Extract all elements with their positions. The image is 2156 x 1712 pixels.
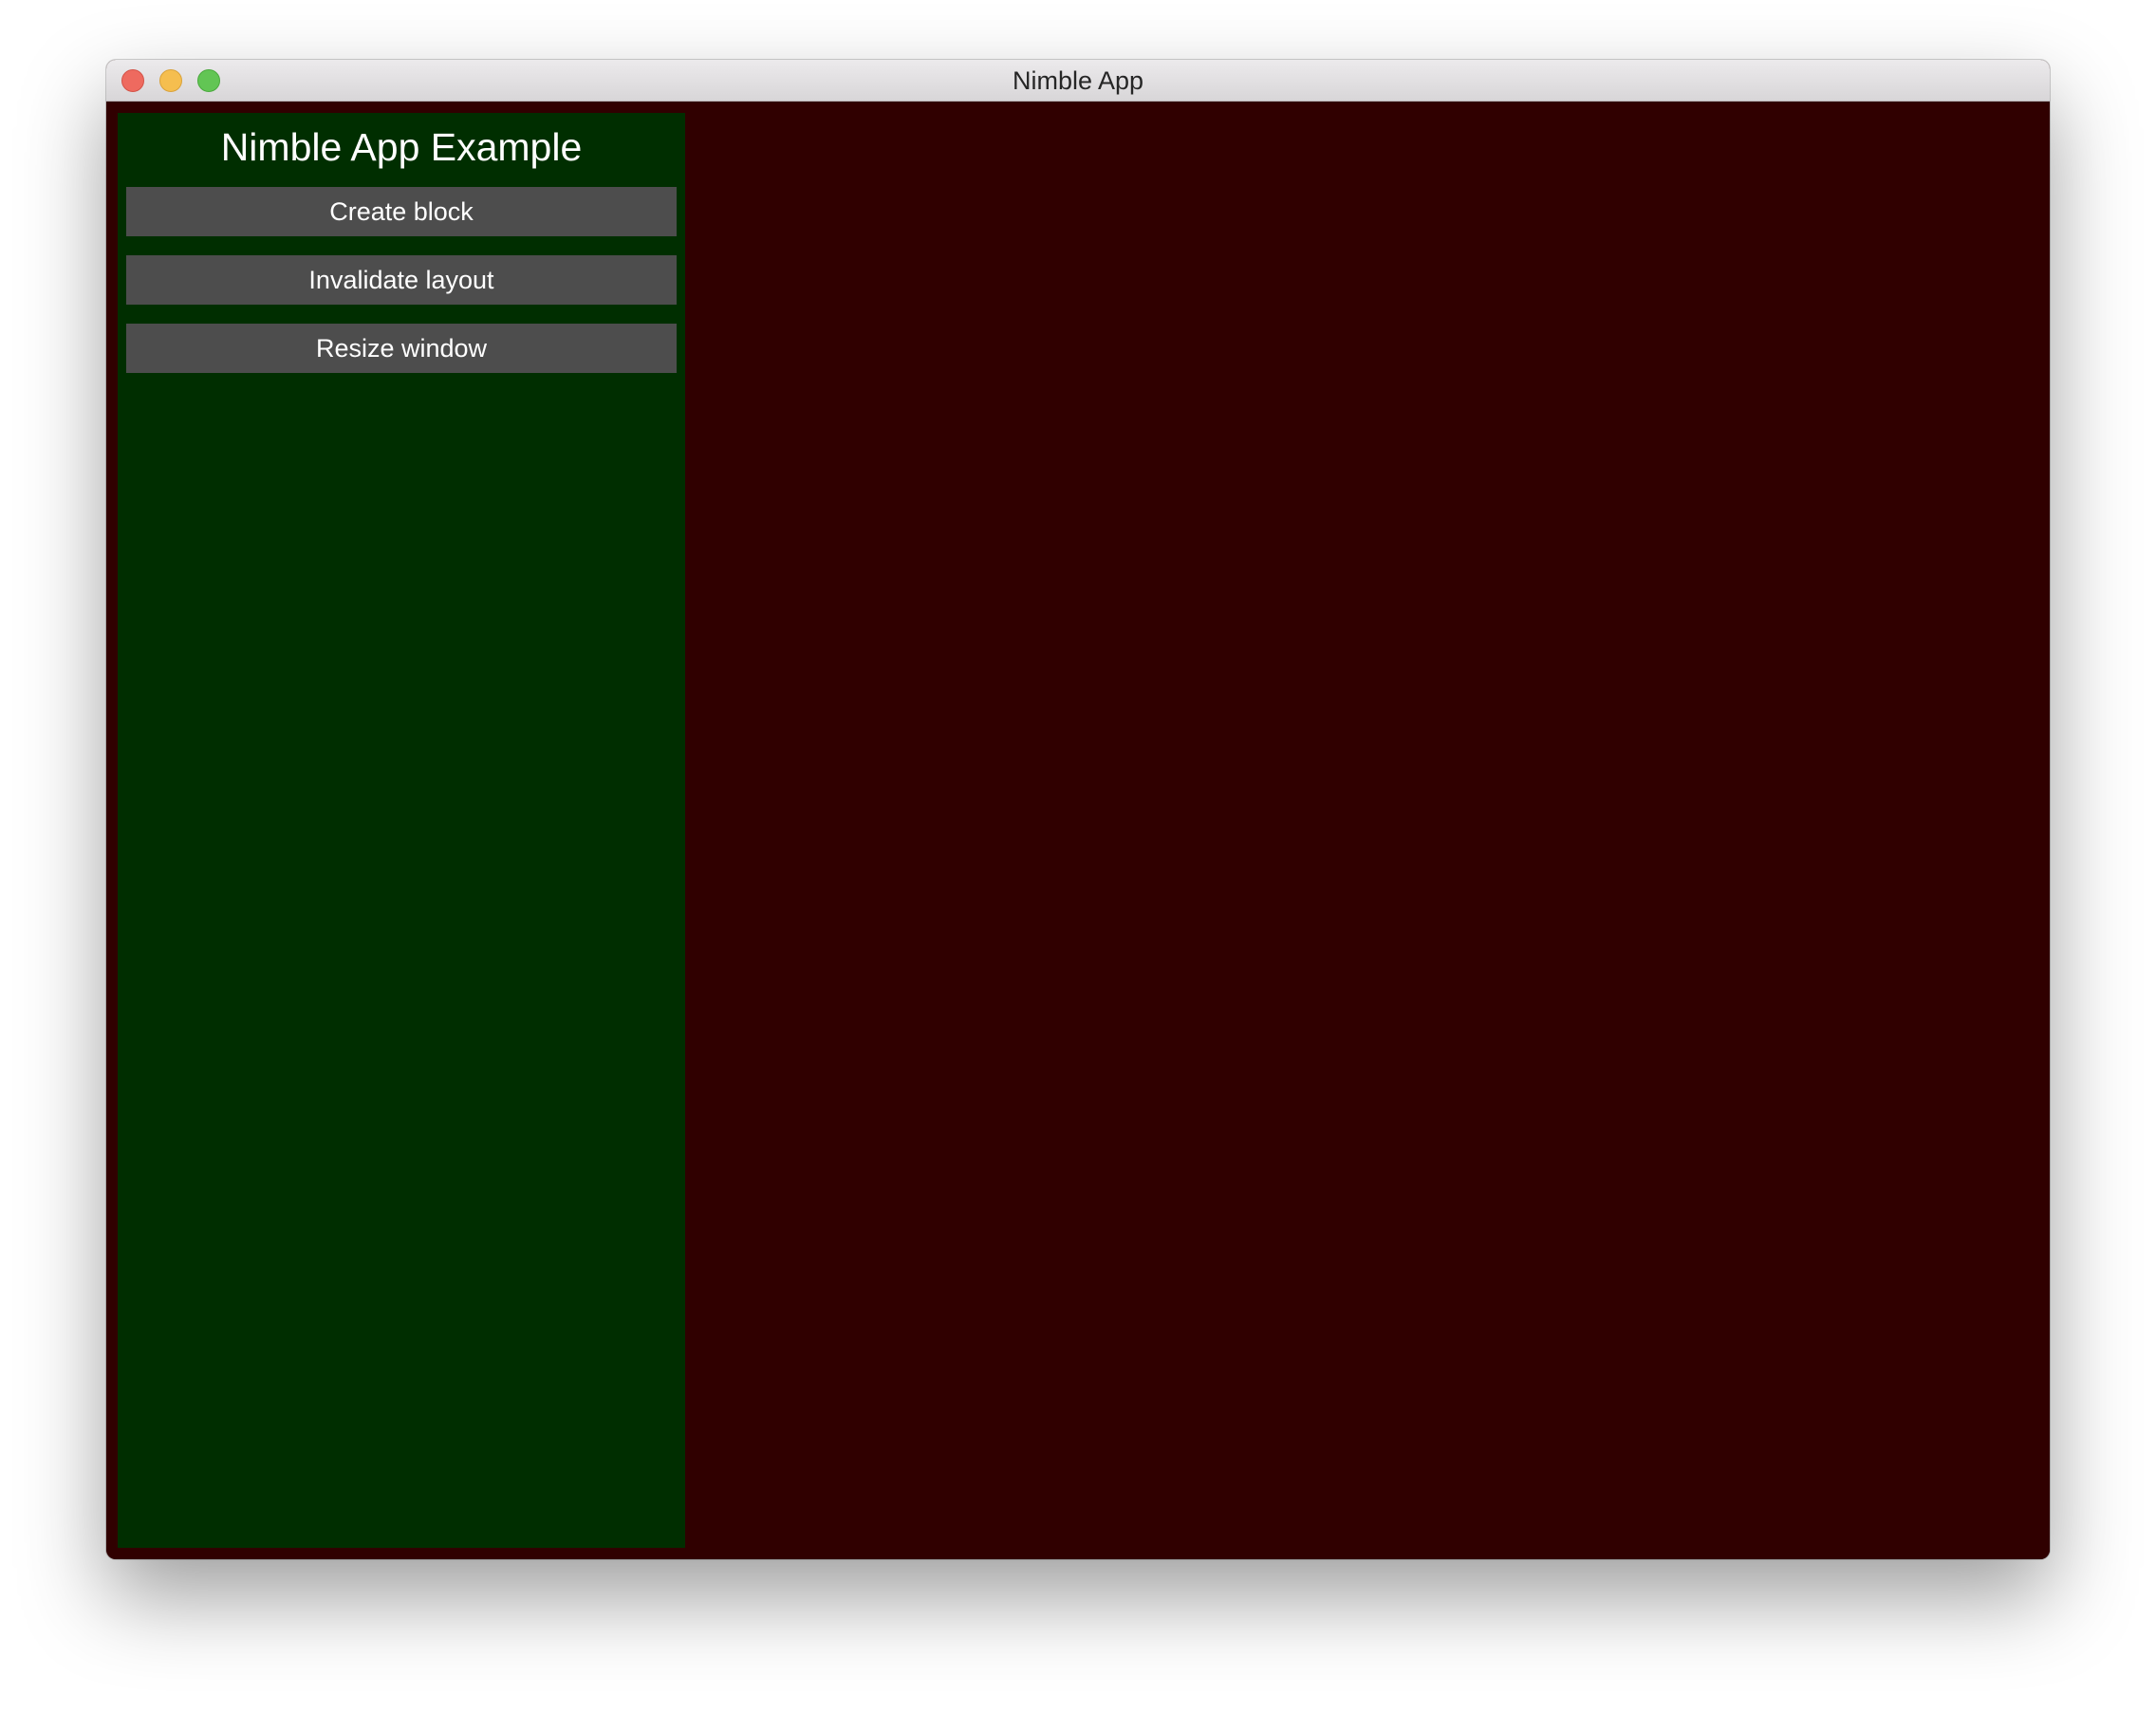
app-heading: Nimble App Example [220, 125, 583, 169]
sidebar-panel: Nimble App Example Create block Invalida… [118, 113, 685, 1548]
invalidate-layout-button[interactable]: Invalidate layout [126, 255, 677, 305]
resize-window-button[interactable]: Resize window [126, 324, 677, 373]
create-block-button[interactable]: Create block [126, 187, 677, 236]
window-content: Nimble App Example Create block Invalida… [106, 102, 2050, 1559]
main-canvas-area[interactable] [697, 102, 2050, 1559]
title-bar[interactable]: Nimble App [106, 60, 2050, 102]
window-title: Nimble App [1012, 66, 1144, 95]
app-window: Nimble App Nimble App Example Create blo… [106, 60, 2050, 1559]
